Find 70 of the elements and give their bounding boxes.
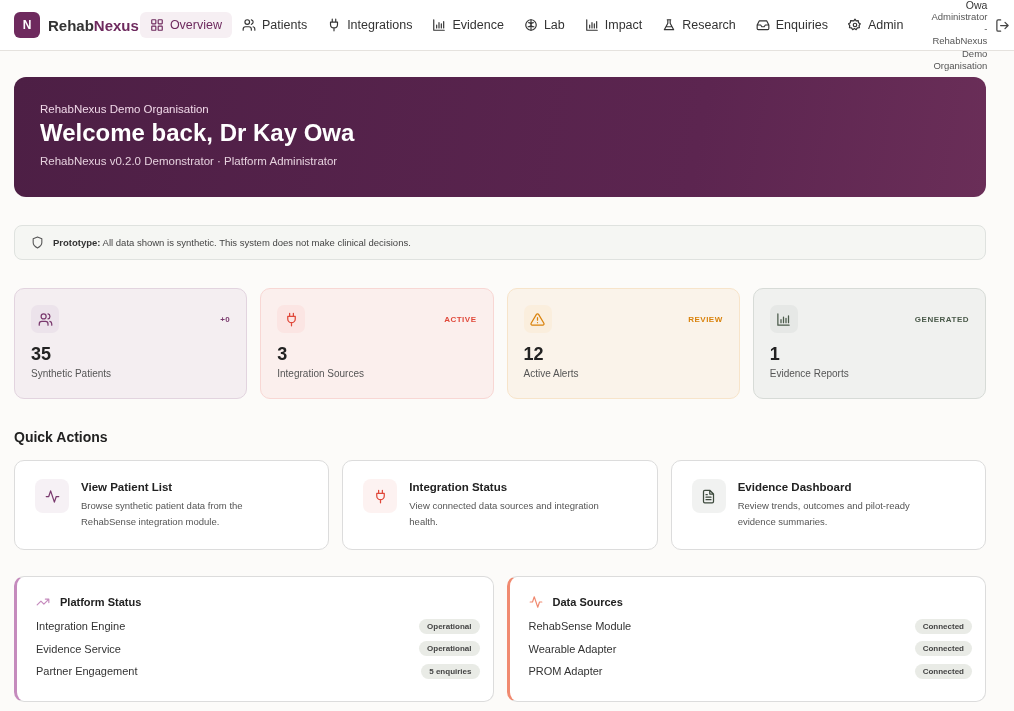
stat-value: 1 [769,344,781,365]
action-description: View connected data sources and integration health. [409,499,600,529]
user-role: Organisation [933,59,988,72]
nav-tab[interactable]: Patients [231,12,318,38]
logout-icon [995,17,1011,33]
grid-icon [149,18,164,32]
status-label: Evidence Service [36,642,121,655]
settings-icon [847,18,862,32]
status-pill: 5 enquiries [421,663,480,679]
stat-tag-label: ACTIVE [444,314,477,324]
organisation-name: RehabNexus Demo Organisation [40,103,210,115]
stat-tag-label: REVIEW [688,314,723,324]
users-icon [37,311,53,327]
nav-tab[interactable]: Overview [139,12,232,38]
brand-name[interactable]: RehabNexus [48,16,139,34]
status-pill: Connected [914,641,972,657]
welcome-title: Welcome back, Dr Kay Owa [40,119,356,147]
nav-tab[interactable]: Lab [513,12,575,38]
nav-tab[interactable]: Enquiries [745,12,838,38]
logo: N [14,12,40,38]
action-title: Evidence Dashboard [737,481,853,493]
version-text: RehabNexus v0.2.0 Demonstrator · Platform Administrator [40,155,339,167]
action-description: Browse synthetic patient data from the RehabSense integration module. [81,499,244,529]
user-role: - [984,23,988,36]
status-label: Integration Engine [36,620,126,633]
action-card[interactable]: View Patient List Browse synthetic patient data from the RehabSense integration module. [14,460,330,550]
users-icon [241,18,256,32]
nav-tab[interactable]: Impact [574,12,653,38]
nav-tab[interactable]: Integrations [317,12,423,38]
user-name: Owa [965,0,988,11]
nav-tab[interactable]: Admin [837,12,914,38]
flask-icon [662,18,677,32]
stat-label: Integration Sources [277,368,365,379]
status-pill: Operational [419,641,480,657]
status-pill: Operational [419,618,480,634]
bar-chart-icon [776,311,792,327]
bar-chart-icon [432,18,447,32]
stat-value: 35 [31,344,53,365]
warning-icon [530,311,545,327]
status-label: Wearable Adapter [528,642,617,655]
shield-icon [31,236,44,249]
stat-tag-label: GENERATED [914,314,969,324]
stat-label: Synthetic Patients [31,368,113,379]
status-label: Partner Engagement [36,665,138,678]
status-pill: Connected [914,663,972,679]
panel-title: Data Sources [552,596,623,608]
user-role: Administrator [931,11,988,24]
action-card[interactable]: Evidence Dashboard Review trends, outcomes and pilot-ready evidence summaries. [670,460,986,550]
stat-label: Active Alerts [523,368,580,379]
bar-chart-icon [584,18,599,32]
nav-tab[interactable]: Evidence [422,12,514,38]
user-role: RehabNexus [932,35,988,48]
stat-label: Evidence Reports [769,368,850,379]
logout-button[interactable] [995,17,1011,33]
notice-text: Prototype: All data shown is synthetic. This system does not make clinical decisions. [53,237,411,248]
action-title: Integration Status [409,481,509,493]
user-role: Demo [962,47,988,60]
inbox-icon [755,18,770,32]
action-card[interactable]: Integration Status View connected data sources and integration health. [342,460,658,550]
stat-value: 3 [277,344,289,365]
nav-tab[interactable]: Research [652,12,746,38]
section-title: Quick Actions [14,429,109,445]
status-pill: Connected [914,618,972,634]
stat-value: 12 [523,344,545,365]
action-description: Review trends, outcomes and pilot-ready evidence summaries. [737,499,911,529]
status-label: PROM Adapter [528,665,603,678]
panel-title: Platform Status [60,596,142,608]
stat-tag-label: +0 [220,314,231,324]
status-label: RehabSense Module [528,620,632,633]
action-title: View Patient List [81,481,174,493]
